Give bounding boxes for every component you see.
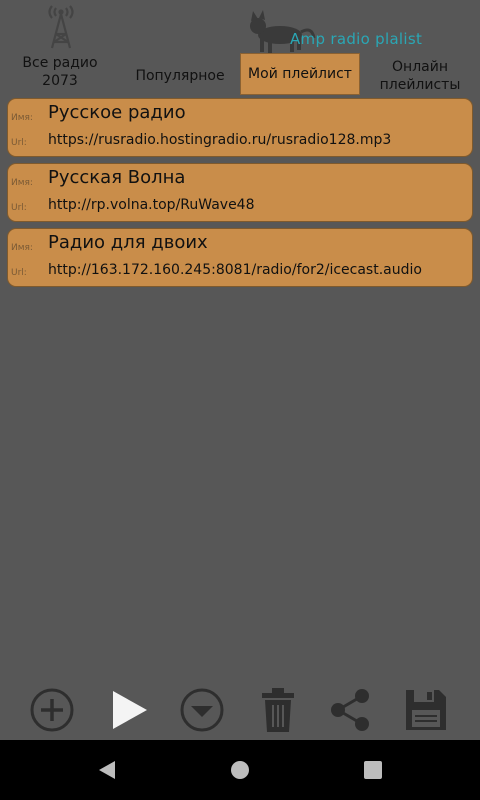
share-icon xyxy=(331,689,369,731)
tab-all-label: Все радио xyxy=(22,55,98,71)
share-button[interactable] xyxy=(324,684,376,736)
tab-all-count: 2073 xyxy=(42,73,78,89)
url-label: Url: xyxy=(11,268,27,278)
tab-popular[interactable]: Популярное xyxy=(120,0,240,98)
delete-button[interactable] xyxy=(252,684,304,736)
save-button[interactable] xyxy=(400,684,452,736)
play-button[interactable] xyxy=(102,684,154,736)
system-nav-bar xyxy=(0,740,480,800)
name-label: Имя: xyxy=(11,243,33,253)
recents-icon[interactable] xyxy=(361,758,385,782)
url-label: Url: xyxy=(11,138,27,148)
tab-popular-label: Популярное xyxy=(135,68,225,84)
trash-icon xyxy=(262,688,294,732)
tab-all-radio[interactable]: Все радио 2073 xyxy=(0,0,120,98)
tab-online-label-line2: плейлисты xyxy=(379,77,461,93)
name-label: Имя: xyxy=(11,113,33,123)
name-label: Имя: xyxy=(11,178,33,188)
save-icon xyxy=(406,690,446,730)
url-label: Url: xyxy=(11,203,27,213)
play-icon xyxy=(113,691,147,729)
home-icon[interactable] xyxy=(228,758,252,782)
tab-bar: Все радио 2073 Популярное Amp radio plal… xyxy=(0,0,480,98)
add-icon xyxy=(30,688,74,732)
dropdown-button[interactable] xyxy=(176,684,228,736)
station-card[interactable]: Имя: Url: Русское радио https://rusradio… xyxy=(7,98,473,157)
dropdown-icon xyxy=(180,688,224,732)
tab-my-playlist[interactable]: Мой плейлист xyxy=(240,53,360,95)
tab-online-label-line1: Онлайн xyxy=(392,59,448,75)
station-name: Русское радио xyxy=(48,102,186,123)
station-card[interactable]: Имя: Url: Радио для двоих http://163.172… xyxy=(7,228,473,287)
station-list: Имя: Url: Русское радио https://rusradio… xyxy=(7,98,473,293)
station-name: Радио для двоих xyxy=(48,232,208,253)
station-url: http://rp.volna.top/RuWave48 xyxy=(48,197,255,213)
station-url: http://163.172.160.245:8081/radio/for2/i… xyxy=(48,262,422,278)
tab-my-playlist-label: Мой плейлист xyxy=(248,66,352,82)
radio-tower-icon xyxy=(48,5,74,49)
tab-online-playlists[interactable]: Онлайн плейлисты xyxy=(360,0,480,98)
bottom-toolbar xyxy=(0,680,480,740)
station-name: Русская Волна xyxy=(48,167,186,188)
add-button[interactable] xyxy=(26,684,78,736)
back-icon[interactable] xyxy=(95,758,119,782)
station-card[interactable]: Имя: Url: Русская Волна http://rp.volna.… xyxy=(7,163,473,222)
station-url: https://rusradio.hostingradio.ru/rusradi… xyxy=(48,132,392,148)
